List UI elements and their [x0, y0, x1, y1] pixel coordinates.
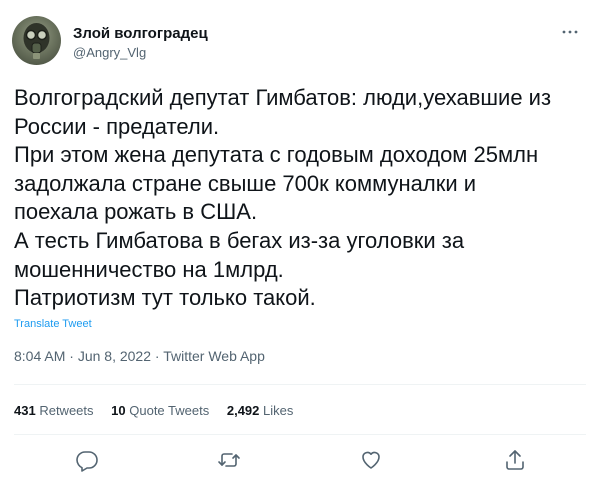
tweet-line: Волгоградский депутат Гимбатов: люди,уех…: [14, 85, 552, 110]
more-options-icon[interactable]: [560, 24, 580, 34]
tweet-actions: [0, 448, 600, 476]
reply-icon[interactable]: [75, 448, 99, 472]
tweet-line: поехала рожать в США.: [14, 199, 258, 225]
share-icon[interactable]: [503, 448, 527, 472]
user-handle[interactable]: @Angry_Vlg: [73, 44, 208, 62]
tweet-line: А тесть Гимбатова в бегах из-за уголовки…: [14, 227, 465, 253]
retweets-label: Retweets: [39, 403, 94, 418]
author-names: Злой волгоградец @Angry_Vlg: [73, 25, 208, 62]
separator: ·: [154, 348, 160, 364]
quote-tweets-count: 10: [111, 403, 126, 418]
like-icon[interactable]: [359, 448, 383, 472]
quote-tweets-stat[interactable]: 10 Quote Tweets: [111, 403, 209, 418]
retweets-stat[interactable]: 431 Retweets: [14, 403, 94, 418]
avatar[interactable]: [12, 16, 61, 65]
retweets-count: 431: [14, 403, 36, 418]
likes-label: Likes: [263, 403, 294, 418]
gas-mask-avatar-icon: [23, 23, 50, 59]
quote-tweets-label: Quote Tweets: [129, 403, 210, 418]
tweet-time[interactable]: 8:04 AM: [14, 348, 65, 364]
retweet-icon[interactable]: [217, 448, 241, 472]
divider: [14, 434, 586, 435]
likes-stat[interactable]: 2,492 Likes: [227, 403, 294, 418]
tweet-stats: 431 Retweets 10 Quote Tweets 2,492 Likes: [14, 403, 307, 418]
divider: [14, 384, 586, 385]
tweet-metadata: 8:04 AM · Jun 8, 2022 · Twitter Web App: [14, 348, 265, 364]
tweet-text: Волгоградский депутат Гимбатов: люди,уех…: [14, 84, 586, 313]
display-name[interactable]: Злой волгоградец: [73, 25, 208, 43]
tweet-line: России - предатели.: [14, 113, 220, 139]
tweet-source[interactable]: Twitter Web App: [163, 348, 265, 364]
tweet-line: При этом жена депутата с годовым доходом…: [14, 142, 539, 168]
tweet-date[interactable]: Jun 8, 2022: [78, 348, 151, 364]
tweet-line: мошенничество на 1млрд.: [14, 256, 284, 282]
tweet-header: Злой волгоградец @Angry_Vlg: [12, 16, 588, 66]
tweet-line: Патриотизм тут только такой.: [14, 285, 316, 311]
translate-tweet-link[interactable]: Translate Tweet: [14, 318, 92, 330]
separator: ·: [69, 348, 74, 364]
likes-count: 2,492: [226, 403, 260, 418]
tweet-card: Злой волгоградец @Angry_Vlg Волгоградски…: [0, 0, 600, 478]
tweet-line: задолжала стране свыше 700к коммуналки и: [14, 170, 477, 196]
